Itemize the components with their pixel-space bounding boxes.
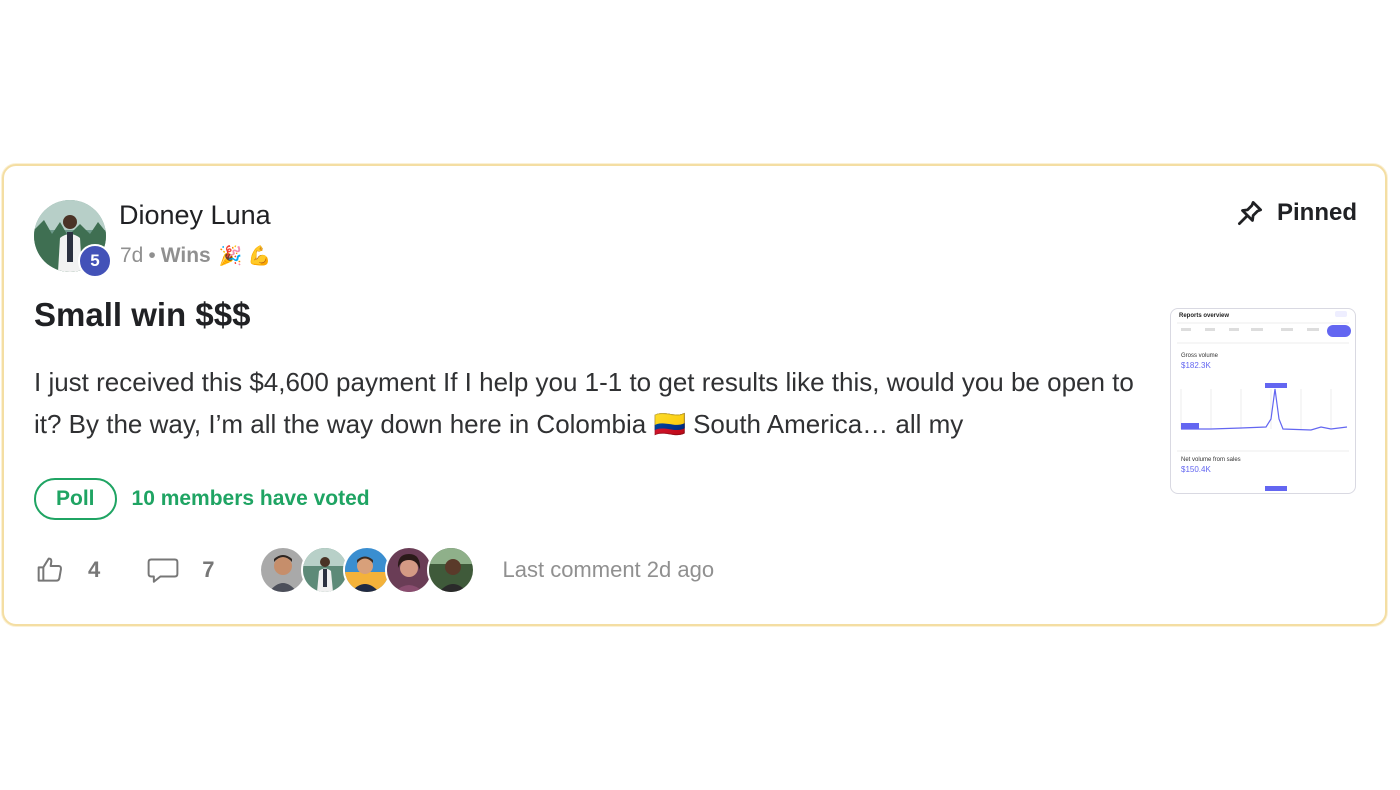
like-count: 4 <box>88 557 101 582</box>
commenter-avatar[interactable] <box>258 546 307 594</box>
pin-icon <box>1237 201 1262 225</box>
thumb-metric2-label: Net volume from sales <box>1181 457 1241 463</box>
post-meta: 7d • Wins 🎉 💪 <box>120 244 271 268</box>
post-card[interactable]: 5 Dioney Luna 7d • Wins 🎉 💪 Pinned Small… <box>2 164 1387 626</box>
thumb-metric1-value: $182.3K <box>1181 361 1211 370</box>
commenter-avatar[interactable] <box>300 546 349 594</box>
comment-count: 7 <box>202 557 215 582</box>
comment-icon[interactable] <box>146 554 180 586</box>
post-title[interactable]: Small win $$$ <box>34 296 250 334</box>
comment-stat[interactable]: 7 <box>146 554 215 586</box>
post-footer: 4 7 Last comment 2d ago <box>34 546 714 594</box>
category-emoji: 🎉 💪 <box>218 246 272 267</box>
author-avatar[interactable]: 5 <box>34 200 112 278</box>
poll-votes[interactable]: 10 members have voted <box>132 487 370 511</box>
commenter-avatar[interactable] <box>426 546 475 594</box>
meta-separator: • <box>148 244 156 267</box>
author-name[interactable]: Dioney Luna <box>119 200 271 231</box>
thumb-metric1-label: Gross volume <box>1181 353 1219 359</box>
thumbs-up-icon[interactable] <box>34 554 66 586</box>
commenter-avatar[interactable] <box>342 546 391 594</box>
post-age: 7d <box>120 244 144 267</box>
post-category[interactable]: Wins <box>161 244 211 268</box>
like-stat[interactable]: 4 <box>34 554 100 586</box>
thumb-title: Reports overview <box>1179 313 1229 319</box>
commenter-avatar[interactable] <box>384 546 433 594</box>
pinned-indicator: Pinned <box>1235 198 1357 228</box>
poll-button[interactable]: Poll <box>34 478 117 520</box>
post-attachment-thumbnail[interactable]: Reports overview Gross volume $182.3K Ne… <box>1170 308 1356 494</box>
thumb-metric2-value: $150.4K <box>1181 465 1211 474</box>
last-comment-time: Last comment 2d ago <box>502 557 715 582</box>
pinned-label: Pinned <box>1276 199 1357 226</box>
post-body[interactable]: I just received this $4,600 payment If I… <box>34 361 1144 445</box>
poll-row: Poll 10 members have voted <box>34 478 370 520</box>
level-badge: 5 <box>78 244 112 278</box>
commenter-avatars[interactable] <box>258 546 475 594</box>
